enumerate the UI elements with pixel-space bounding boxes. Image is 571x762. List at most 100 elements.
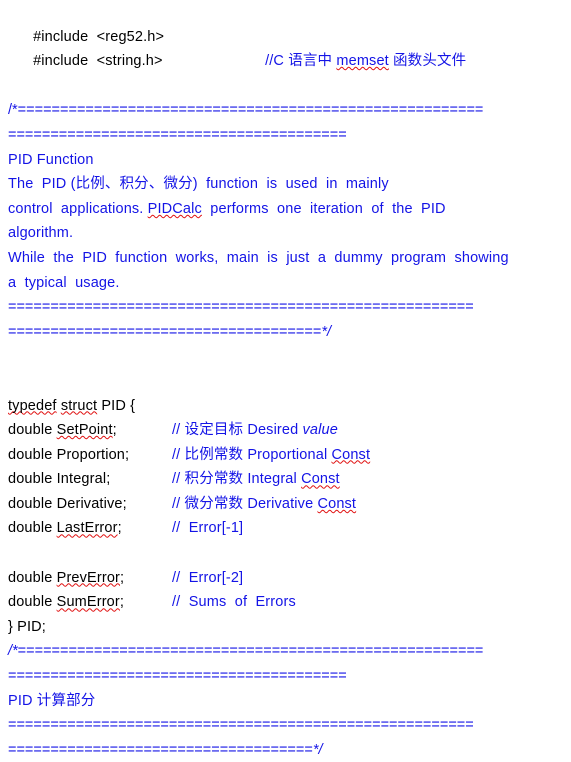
header-comment-body-3: algorithm.	[8, 221, 571, 246]
header-comment-body-2: control applications. PIDCalc performs o…	[8, 197, 571, 222]
field-name: Integral	[56, 471, 107, 488]
header-comment-title-line: PID Function	[8, 148, 571, 173]
header-comment-body-line5: a typical usage.	[8, 274, 120, 291]
struct-name-and-brace: PID {	[97, 397, 136, 414]
include-line-reg52: #include <reg52.h>	[8, 0, 571, 45]
comment-english: Error[-2]	[188, 569, 244, 586]
field-type: double	[8, 422, 57, 439]
header-comment-rule-2: ========================================	[8, 123, 571, 148]
header-comment-close-rule-1: ========================================…	[8, 295, 571, 320]
comment-english: Derivative	[247, 495, 318, 512]
footer-comment-close-rule-long: ========================================…	[8, 717, 474, 734]
keyword-typedef: typedef	[8, 397, 57, 414]
comment-english: Sums of Errors	[188, 594, 296, 611]
struct-field-row: double Proportion;// 比例常数 Proportional C…	[8, 443, 571, 468]
comment-memset-prefix: //C	[265, 53, 285, 70]
header-comment-pidcalc-word: PIDCalc	[147, 200, 202, 217]
field-semicolon: ;	[106, 471, 111, 488]
struct-field-row: double LastError;// Error[-1]	[8, 516, 571, 541]
struct-field-row: double PrevError;// Error[-2]	[8, 566, 571, 591]
field-semicolon: ;	[125, 446, 130, 463]
header-comment-title: PID Function	[8, 151, 94, 168]
keyword-struct: struct	[60, 397, 98, 414]
comment-memset-suffix: 函数头文件	[388, 53, 467, 70]
footer-comment-close-rule-1: ========================================…	[8, 713, 571, 738]
header-comment-close: */	[321, 323, 331, 340]
field-name: SumError	[56, 594, 120, 611]
comment-english: Desired	[247, 422, 303, 439]
struct-field-row: double Integral;// 积分常数 Integral Const	[8, 467, 571, 492]
comment-memset-word: memset	[336, 53, 389, 70]
comment-chinese	[180, 594, 188, 610]
comment-english: Proportional	[247, 446, 332, 463]
footer-comment-rule-2: ========================================	[8, 664, 571, 689]
field-semicolon: ;	[112, 422, 117, 439]
field-name: SetPoint	[56, 422, 113, 439]
comment-const-word: Const	[317, 495, 357, 512]
header-comment-open-rule: /*======================================…	[8, 98, 571, 123]
field-type: double	[8, 471, 57, 488]
header-comment-open: /*	[8, 102, 18, 119]
document-page: #include <reg52.h> #include <string.h> //…	[0, 0, 571, 758]
struct-declaration-line: typedef struct PID {	[8, 394, 571, 419]
comment-italic-word: value	[302, 422, 338, 439]
comment-english: Integral	[247, 471, 302, 488]
header-comment-close-rule-long: ========================================…	[8, 299, 474, 316]
footer-comment-title-line: PID 计算部分	[8, 689, 571, 714]
field-semicolon: ;	[117, 520, 122, 537]
header-comment-body-line2-b: performs one iteration of the PID	[201, 200, 446, 217]
field-type: double	[8, 495, 57, 512]
field-type: double	[8, 569, 57, 586]
footer-comment-title: PID 计算部分	[8, 692, 96, 709]
include-statement-string: #include <string.h>	[33, 53, 163, 70]
footer-comment-close: */	[312, 741, 323, 758]
header-comment-body-line2-a: control applications.	[8, 200, 148, 217]
header-comment-rule-long: ========================================…	[17, 102, 484, 119]
comment-chinese: 积分常数	[180, 471, 248, 488]
header-comment-rule-short: ========================================	[8, 126, 347, 143]
header-comment-body-5: a typical usage.	[8, 271, 571, 296]
comment-chinese	[180, 570, 188, 586]
footer-comment-open-rule: /*======================================…	[8, 639, 571, 664]
footer-comment-close-rule-2: ====================================*/	[8, 738, 571, 762]
code-document-body: #include <reg52.h> #include <string.h> //…	[8, 0, 571, 762]
struct-field-row: double Derivative;// 微分常数 Derivative Con…	[8, 492, 571, 517]
field-name: LastError	[56, 520, 118, 537]
header-comment-body-line1: The PID (比例、积分、微分) function is used in m…	[8, 176, 389, 193]
comment-english: Error[-1]	[188, 520, 244, 537]
field-name: PrevError	[56, 569, 121, 586]
header-comment-body-line3: algorithm.	[8, 225, 74, 242]
include-statement-reg52: #include <reg52.h>	[33, 28, 165, 45]
field-name: Proportion	[56, 446, 126, 463]
comment-memset-mid: 语言中	[284, 53, 337, 70]
footer-comment-rule-short: ========================================	[8, 668, 347, 685]
comment-chinese	[180, 520, 188, 536]
field-semicolon: ;	[119, 594, 125, 611]
comment-chinese: 比例常数	[180, 446, 248, 463]
header-comment-body-line4: While the PID function works, main is ju…	[8, 249, 509, 266]
header-comment-body-1: The PID (比例、积分、微分) function is used in m…	[8, 172, 571, 197]
struct-field-row: double SumError;// Sums of Errors	[8, 590, 571, 615]
field-name: Derivative	[56, 495, 123, 512]
comment-const-word: Const	[301, 471, 340, 488]
field-semicolon: ;	[120, 569, 125, 586]
struct-close-brace-and-name: } PID;	[8, 618, 46, 635]
field-type: double	[8, 520, 57, 537]
footer-comment-open: /*	[8, 643, 18, 660]
field-semicolon: ;	[122, 495, 127, 512]
header-comment-close-rule-2: =====================================*/	[8, 320, 571, 345]
struct-close-line: } PID;	[8, 615, 571, 640]
comment-chinese: 设定目标	[180, 422, 248, 439]
struct-field-row: double SetPoint;// 设定目标 Desired value	[8, 418, 571, 443]
field-type: double	[8, 594, 57, 611]
comment-const-word: Const	[331, 446, 371, 463]
comment-chinese: 微分常数	[180, 495, 248, 512]
header-comment-close-rule-short: =====================================	[8, 323, 322, 340]
field-type: double	[8, 446, 57, 463]
footer-comment-close-rule-short: ====================================	[8, 741, 313, 758]
footer-comment-rule-long: ========================================…	[17, 643, 484, 660]
